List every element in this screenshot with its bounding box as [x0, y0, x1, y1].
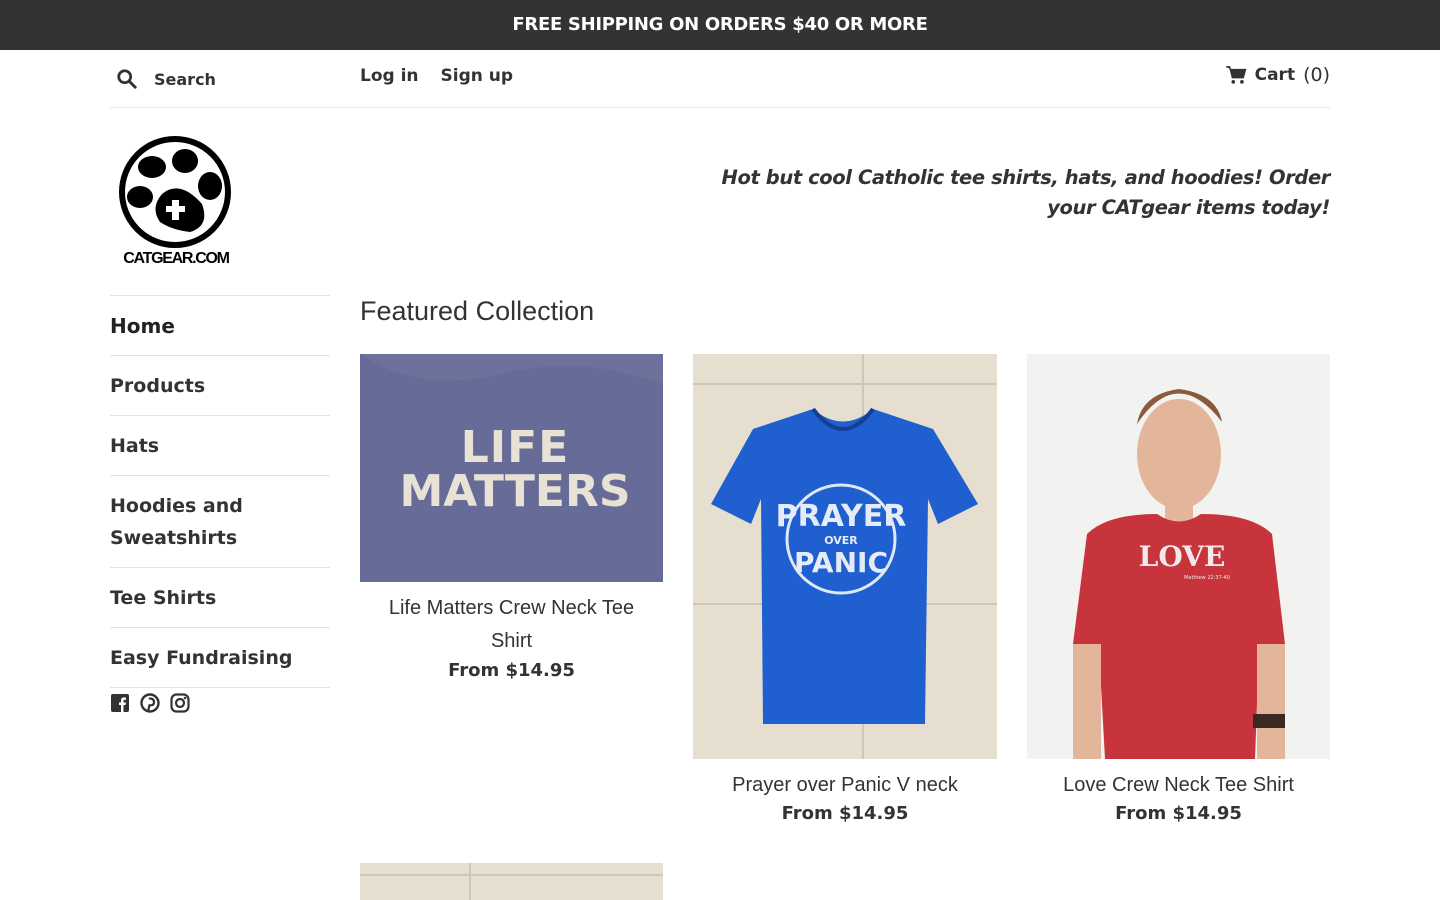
- shirt-print-text: PRAYER: [776, 499, 907, 534]
- shirt-print-text: LOVE: [1139, 540, 1226, 573]
- product-title[interactable]: Love Crew Neck Tee Shirt: [1027, 769, 1330, 802]
- sidebar-nav: Home Products Hats Hoodies and Sweatshir…: [110, 295, 330, 688]
- shirt-print-text: PANIC: [794, 546, 888, 579]
- instagram-icon[interactable]: [170, 693, 190, 713]
- site-logo[interactable]: CATGEAR.COM: [110, 134, 242, 268]
- announcement-bar: FREE SHIPPING ON ORDERS $40 OR MORE: [0, 0, 1440, 50]
- product-title[interactable]: Life Matters Crew Neck Tee Shirt: [360, 592, 663, 658]
- cart-label: Cart: [1254, 65, 1296, 85]
- sidebar-item-fundraising[interactable]: Easy Fundraising: [110, 628, 330, 688]
- logo-text: CATGEAR.COM: [123, 250, 230, 267]
- sidebar-item-tee-shirts[interactable]: Tee Shirts: [110, 568, 330, 628]
- login-link[interactable]: Log in: [360, 66, 419, 86]
- product-card[interactable]: PRAYER OVER PANIC Prayer over Panic V ne…: [693, 354, 997, 834]
- product-image[interactable]: LOVE Matthew 22:37-40: [1027, 354, 1330, 759]
- facebook-icon[interactable]: [110, 693, 130, 713]
- social-links: [110, 693, 190, 713]
- search-icon[interactable]: [116, 68, 138, 90]
- search-form[interactable]: [110, 66, 344, 92]
- sidebar-item-home[interactable]: Home: [110, 296, 330, 356]
- sidebar-item-hats[interactable]: Hats: [110, 416, 330, 476]
- site-tagline: Hot but cool Catholic tee shirts, hats, …: [721, 166, 1331, 219]
- product-price: From $14.95: [1115, 803, 1242, 824]
- product-title[interactable]: Prayer over Panic V neck: [693, 769, 997, 802]
- featured-collection-title: Featured Collection: [360, 296, 595, 326]
- search-input[interactable]: [154, 69, 344, 89]
- cart-count: (0): [1303, 64, 1330, 86]
- signup-link[interactable]: Sign up: [441, 66, 514, 86]
- product-image[interactable]: [360, 863, 663, 900]
- sidebar-item-hoodies[interactable]: Hoodies and Sweatshirts: [110, 476, 330, 568]
- paw-logo-icon: [119, 136, 231, 248]
- product-card[interactable]: LOVE Matthew 22:37-40 Love Crew Neck Tee…: [1027, 354, 1330, 834]
- pinterest-icon[interactable]: [140, 693, 160, 713]
- header-bar: Log in Sign up Cart (0): [110, 50, 1330, 108]
- product-price: From $14.95: [781, 803, 909, 824]
- account-links: Log in Sign up: [360, 66, 513, 86]
- product-image[interactable]: LIFE MATTERS: [360, 354, 663, 582]
- product-card[interactable]: LIFE MATTERS Life Matters Crew Neck Tee …: [360, 354, 663, 694]
- product-image[interactable]: PRAYER OVER PANIC: [693, 354, 997, 759]
- cart-icon: [1225, 66, 1247, 84]
- cart-link[interactable]: Cart (0): [1225, 64, 1330, 86]
- product-price: From $14.95: [448, 660, 575, 681]
- shirt-print-text: MATTERS: [399, 466, 630, 517]
- sidebar-item-products[interactable]: Products: [110, 356, 330, 416]
- announcement-text: FREE SHIPPING ON ORDERS $40 OR MORE: [512, 14, 928, 35]
- shirt-print-text: Matthew 22:37-40: [1184, 575, 1230, 581]
